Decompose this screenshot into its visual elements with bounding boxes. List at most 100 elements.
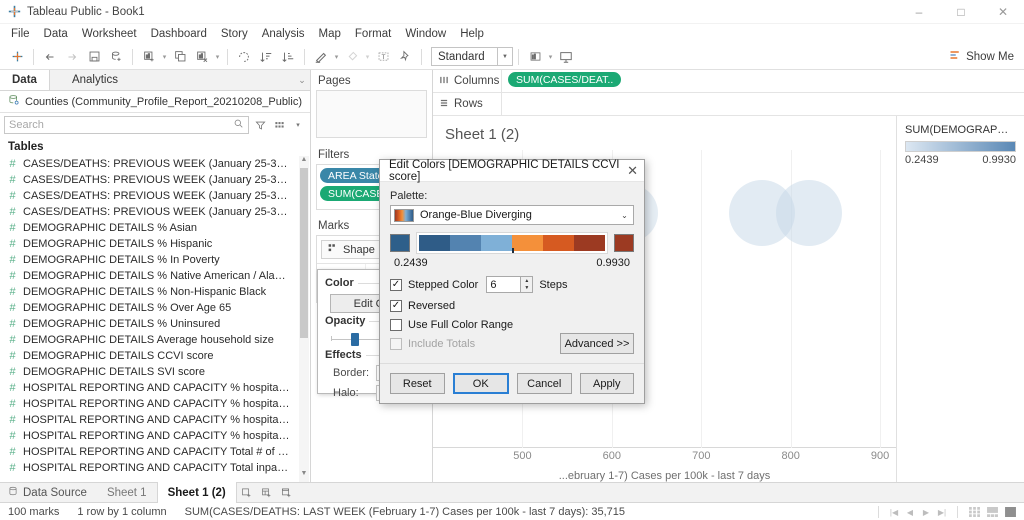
menu-window[interactable]: Window — [398, 26, 453, 42]
data-pane-options-icon[interactable]: ▾ — [290, 116, 306, 134]
steps-input[interactable] — [486, 276, 521, 293]
show-single-view-icon[interactable] — [1005, 506, 1018, 518]
fit-axis-caret-icon[interactable]: ▾ — [546, 53, 555, 61]
menu-dashboard[interactable]: Dashboard — [144, 26, 214, 42]
scroll-down-icon[interactable]: ▼ — [299, 470, 309, 482]
reset-button[interactable]: Reset — [390, 373, 445, 394]
steps-stepper[interactable]: ▲ ▼ — [486, 276, 534, 293]
new-worksheet-caret-icon[interactable]: ▾ — [160, 53, 169, 61]
pin-icon[interactable] — [394, 46, 416, 68]
menu-format[interactable]: Format — [348, 26, 398, 42]
tableau-home-icon[interactable] — [6, 46, 28, 68]
next-page-icon[interactable]: ▶ — [919, 508, 933, 517]
menu-file[interactable]: File — [4, 26, 37, 42]
scroll-up-icon[interactable]: ▲ — [299, 156, 309, 168]
stepped-color-checkbox[interactable]: ✓ — [390, 278, 402, 291]
scrollbar-thumb[interactable] — [300, 168, 308, 338]
start-color-swatch[interactable] — [390, 234, 410, 252]
cancel-button[interactable]: Cancel — [517, 373, 572, 394]
filter-fields-icon[interactable] — [252, 116, 268, 134]
rows-shelf-drop[interactable] — [501, 92, 1024, 116]
data-source-tab[interactable]: Data Source — [0, 482, 97, 503]
list-item[interactable]: # HOSPITAL REPORTING AND CAPACITY % hospi… — [0, 428, 310, 444]
list-item[interactable]: # DEMOGRAPHIC DETAILS % Hispanic — [0, 236, 310, 252]
ramp-segment-5[interactable] — [574, 235, 605, 251]
steps-decrement-icon[interactable]: ▼ — [521, 285, 532, 293]
advanced-button[interactable]: Advanced >> — [560, 333, 634, 354]
list-item[interactable]: # HOSPITAL REPORTING AND CAPACITY % hospi… — [0, 412, 310, 428]
menu-help[interactable]: Help — [453, 26, 491, 42]
list-item[interactable]: # DEMOGRAPHIC DETAILS SVI score — [0, 364, 310, 380]
chevron-down-icon[interactable]: ⌄ — [616, 211, 633, 220]
search-icon[interactable] — [233, 118, 244, 132]
chevron-down-icon[interactable]: ▼ — [497, 48, 512, 65]
ramp-segment-0[interactable] — [419, 235, 450, 251]
search-box[interactable] — [4, 116, 249, 134]
tab-data[interactable]: Data — [0, 70, 50, 90]
list-item-ccvi-score[interactable]: # DEMOGRAPHIC DETAILS CCVI score — [0, 348, 310, 364]
ramp-segment-2[interactable] — [481, 235, 512, 251]
search-input[interactable] — [9, 119, 233, 131]
group-by-folder-icon[interactable] — [271, 116, 287, 134]
first-page-icon[interactable]: |◀ — [887, 508, 901, 517]
data-pane-menu-icon[interactable]: ⌄ — [294, 70, 310, 90]
color-ramp[interactable] — [416, 232, 608, 254]
ramp-segment-4[interactable] — [543, 235, 574, 251]
list-item[interactable]: # CASES/DEATHS: PREVIOUS WEEK (January 25… — [0, 156, 310, 172]
minimize-button[interactable]: – — [898, 0, 940, 24]
previous-page-icon[interactable]: ◀ — [903, 508, 917, 517]
save-icon[interactable] — [83, 46, 105, 68]
list-item[interactable]: # DEMOGRAPHIC DETAILS % Over Age 65 — [0, 300, 310, 316]
clear-sheet-icon[interactable] — [191, 46, 213, 68]
sort-ascending-icon[interactable] — [255, 46, 277, 68]
fixed-axis-icon[interactable] — [341, 46, 363, 68]
highlight-icon[interactable] — [233, 46, 255, 68]
show-me-button[interactable]: Show Me — [949, 49, 1014, 64]
use-full-color-range-checkbox[interactable] — [390, 319, 402, 331]
redo-icon[interactable] — [61, 46, 83, 68]
columns-pill[interactable]: SUM(CASES/DEAT.. — [508, 72, 622, 87]
columns-shelf-drop[interactable]: SUM(CASES/DEAT.. — [501, 69, 1024, 93]
list-item[interactable]: # CASES/DEATHS: PREVIOUS WEEK (January 25… — [0, 204, 310, 220]
fit-axis-icon[interactable] — [524, 46, 546, 68]
opacity-slider-handle[interactable] — [351, 333, 359, 346]
clear-sheet-caret-icon[interactable]: ▾ — [213, 53, 222, 61]
ramp-segment-1[interactable] — [450, 235, 481, 251]
tab-analytics[interactable]: Analytics — [49, 70, 294, 90]
steps-increment-icon[interactable]: ▲ — [521, 277, 532, 285]
palette-dropdown[interactable]: Orange-Blue Diverging ⌄ — [390, 205, 634, 225]
undo-icon[interactable] — [39, 46, 61, 68]
data-source-item[interactable]: Counties (Community_Profile_Report_20210… — [0, 91, 310, 113]
scatter-mark[interactable] — [775, 180, 842, 246]
new-dashboard-icon[interactable] — [257, 482, 277, 503]
list-item[interactable]: # DEMOGRAPHIC DETAILS % Asian — [0, 220, 310, 236]
presentation-mode-icon[interactable] — [555, 46, 577, 68]
list-item[interactable]: # HOSPITAL REPORTING AND CAPACITY Total #… — [0, 444, 310, 460]
list-item[interactable]: # DEMOGRAPHIC DETAILS % Native American /… — [0, 268, 310, 284]
sheet-tab-sheet1[interactable]: Sheet 1 — [97, 482, 157, 503]
menu-data[interactable]: Data — [37, 26, 75, 42]
new-story-icon[interactable] — [277, 482, 297, 503]
ok-button[interactable]: OK — [452, 373, 509, 394]
edit-colors-dialog[interactable]: Edit Colors [DEMOGRAPHIC DETAILS CCVI sc… — [379, 159, 645, 404]
list-item[interactable]: # CASES/DEATHS: PREVIOUS WEEK (January 25… — [0, 188, 310, 204]
list-item[interactable]: # DEMOGRAPHIC DETAILS Average household s… — [0, 332, 310, 348]
new-data-source-icon[interactable] — [105, 46, 127, 68]
reversed-checkbox[interactable]: ✓ — [390, 300, 402, 312]
duplicate-sheet-icon[interactable] — [169, 46, 191, 68]
menu-map[interactable]: Map — [312, 26, 348, 42]
sort-descending-icon[interactable] — [277, 46, 299, 68]
menu-story[interactable]: Story — [214, 26, 255, 42]
close-icon[interactable]: ✕ — [621, 160, 644, 182]
maximize-button[interactable]: □ — [940, 0, 982, 24]
field-list-scrollbar[interactable]: ▲ ▼ — [299, 156, 309, 482]
menu-analysis[interactable]: Analysis — [255, 26, 312, 42]
list-item[interactable]: # DEMOGRAPHIC DETAILS % Uninsured — [0, 316, 310, 332]
list-item[interactable]: # HOSPITAL REPORTING AND CAPACITY Total i… — [0, 460, 310, 476]
new-worksheet-icon[interactable] — [138, 46, 160, 68]
show-filmstrip-view-icon[interactable] — [987, 506, 1000, 518]
fixed-axis-caret-icon[interactable]: ▾ — [363, 53, 372, 61]
show-labels-icon[interactable] — [310, 46, 332, 68]
list-item[interactable]: # HOSPITAL REPORTING AND CAPACITY % hospi… — [0, 380, 310, 396]
list-item[interactable]: # DEMOGRAPHIC DETAILS % In Poverty — [0, 252, 310, 268]
